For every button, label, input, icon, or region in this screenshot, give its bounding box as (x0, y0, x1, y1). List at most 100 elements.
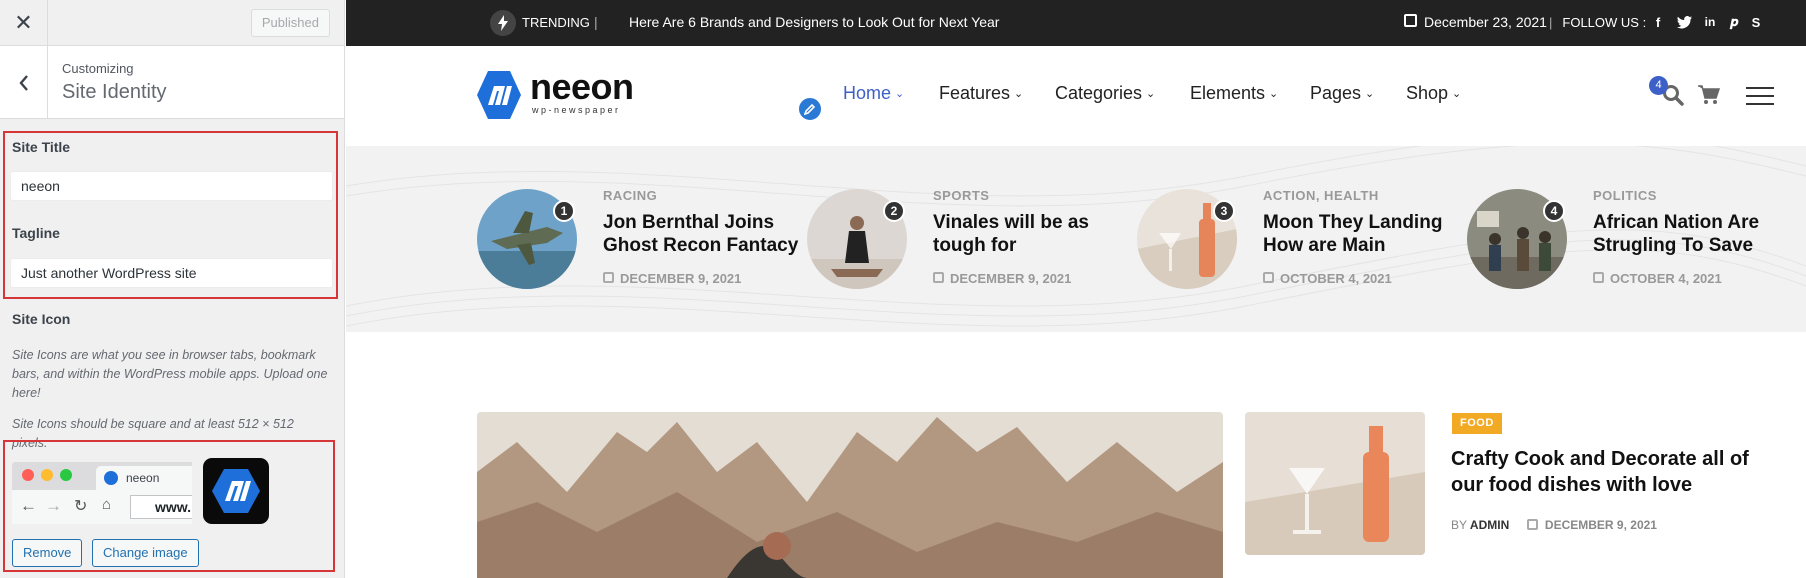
browser-url: www. (130, 495, 192, 519)
section-title: Site Identity (62, 81, 167, 103)
side-post-title[interactable]: Crafty Cook and Decorate all of our food… (1451, 446, 1771, 498)
post-date: DECEMBER 9, 2021 (1544, 518, 1657, 532)
tagline-input[interactable]: Just another WordPress site (10, 258, 333, 288)
follow-label: | FOLLOW US : (1549, 15, 1647, 30)
trend-date: OCTOBER 4, 2021 (1610, 271, 1722, 286)
close-dot (22, 469, 34, 481)
site-icon-description: Site Icons are what you see in browser t… (12, 348, 328, 400)
trend-category[interactable]: POLITICS (1593, 188, 1657, 203)
minimize-dot (41, 469, 53, 481)
browser-tab-title: neeon (126, 471, 160, 485)
calendar-icon (1593, 272, 1604, 283)
trend-title[interactable]: Moon They Landing How are Main (1263, 211, 1463, 257)
calendar-icon (933, 272, 944, 283)
site-title-input[interactable]: neeon (10, 171, 333, 201)
calendar-icon (1526, 519, 1538, 530)
nav-elements[interactable]: Elements ⌄ (1190, 83, 1278, 104)
trend-category[interactable]: SPORTS (933, 188, 989, 203)
customizer-sidebar: ✕ Published Customizing Site Identity Si… (0, 0, 345, 578)
bottle-image (1245, 412, 1425, 555)
home-icon: ⌂ (102, 496, 112, 513)
twitter-icon[interactable] (1676, 13, 1692, 31)
trend-category[interactable]: ACTION, HEALTH (1263, 188, 1379, 203)
cart-icon[interactable] (1698, 85, 1720, 105)
side-post-image[interactable] (1245, 412, 1425, 555)
nav-shop[interactable]: Shop ⌄ (1406, 83, 1461, 104)
customizer-topbar: ✕ Published (0, 0, 344, 46)
trend-date: OCTOBER 4, 2021 (1280, 271, 1392, 286)
site-title-label: Site Title (12, 139, 71, 155)
nav-pages[interactable]: Pages ⌄ (1310, 83, 1374, 104)
chevron-down-icon: ⌄ (1014, 88, 1024, 100)
favicon-icon (104, 471, 118, 485)
maximize-dot (60, 469, 72, 481)
trend-number: 4 (1543, 200, 1565, 222)
neeon-logo-icon[interactable] (476, 70, 522, 120)
hero-post-image[interactable] (477, 412, 1223, 578)
calendar-icon (603, 272, 614, 283)
tagline-label: Tagline (12, 225, 60, 241)
by-label: BY (1451, 518, 1468, 532)
top-bar: TRENDING | Here Are 6 Brands and Designe… (346, 0, 1806, 46)
trend-date: DECEMBER 9, 2021 (620, 271, 742, 286)
linkedin-icon[interactable]: in (1702, 13, 1718, 31)
forward-arrow-icon: → (45, 496, 62, 515)
hamburger-menu-icon[interactable] (1746, 86, 1774, 106)
trend-date: DECEMBER 9, 2021 (950, 271, 1072, 286)
top-date: December 23, 2021 (1424, 14, 1547, 30)
trend-number: 1 (553, 200, 575, 222)
browser-preview: neeon ← → ↻ ⌂ www. (12, 462, 192, 524)
trending-headline[interactable]: Here Are 6 Brands and Designers to Look … (629, 14, 999, 30)
site-preview: TRENDING | Here Are 6 Brands and Designe… (346, 0, 1806, 578)
nav-elements-label: Elements (1190, 83, 1266, 103)
mountains-image (477, 412, 1223, 578)
side-post-meta: BY ADMIN DECEMBER 9, 2021 (1451, 518, 1657, 532)
change-image-button[interactable]: Change image (92, 539, 199, 567)
close-icon[interactable]: ✕ (0, 0, 48, 46)
chevron-down-icon: ⌄ (1269, 88, 1279, 100)
chevron-down-icon: ⌄ (1365, 88, 1375, 100)
trend-title[interactable]: Jon Bernthal Joins Ghost Recon Fantacy (603, 211, 803, 257)
nav-categories[interactable]: Categories ⌄ (1055, 83, 1155, 104)
trend-title[interactable]: African Nation Are Strugling To Save (1593, 211, 1793, 257)
browser-tab: neeon (96, 466, 192, 490)
lightning-icon (490, 10, 516, 36)
chevron-down-icon: ⌄ (1146, 88, 1156, 100)
pinterest-icon[interactable]: 𝒑 (1726, 13, 1742, 31)
nav-categories-label: Categories (1055, 83, 1143, 103)
nav-home-label: Home (843, 83, 892, 103)
neeon-logo-icon (212, 469, 260, 513)
nav-pages-label: Pages (1310, 83, 1362, 103)
chevron-down-icon: ⌄ (895, 88, 905, 100)
trend-number: 3 (1213, 200, 1235, 222)
published-button[interactable]: Published (250, 9, 330, 37)
calendar-icon (1263, 272, 1274, 283)
logo-subtitle: wp-newspaper (532, 105, 621, 115)
nav-shop-label: Shop (1406, 83, 1449, 103)
post-author[interactable]: ADMIN (1470, 518, 1509, 532)
category-badge[interactable]: FOOD (1452, 413, 1502, 434)
separator: | (594, 14, 598, 30)
chevron-down-icon: ⌄ (1452, 88, 1462, 100)
nav-features[interactable]: Features ⌄ (939, 83, 1023, 104)
site-header: neeon wp-newspaper Home ⌄ Features ⌄ Categ… (346, 46, 1806, 146)
skype-icon[interactable]: S (1748, 13, 1764, 31)
logo-text[interactable]: neeon (530, 66, 634, 108)
cart-count-badge: 4 (1649, 76, 1668, 95)
back-icon[interactable] (0, 46, 48, 119)
trending-label: TRENDING (522, 15, 590, 30)
customizing-label: Customizing (62, 61, 134, 76)
edit-pencil-icon[interactable] (797, 96, 823, 122)
nav-features-label: Features (939, 83, 1011, 103)
facebook-icon[interactable]: f (1650, 13, 1666, 31)
browser-toolbar: ← → ↻ ⌂ www. (12, 490, 192, 524)
trend-category[interactable]: RACING (603, 188, 657, 203)
nav-home[interactable]: Home ⌄ (843, 83, 904, 104)
reload-icon: ↻ (74, 498, 88, 515)
section-header: Customizing Site Identity (0, 46, 344, 119)
trend-title[interactable]: Vinales will be as tough for (933, 211, 1133, 257)
follow-text: FOLLOW US : (1562, 15, 1647, 30)
trend-number: 2 (883, 200, 905, 222)
remove-button[interactable]: Remove (12, 539, 83, 567)
back-arrow-icon: ← (20, 496, 37, 515)
